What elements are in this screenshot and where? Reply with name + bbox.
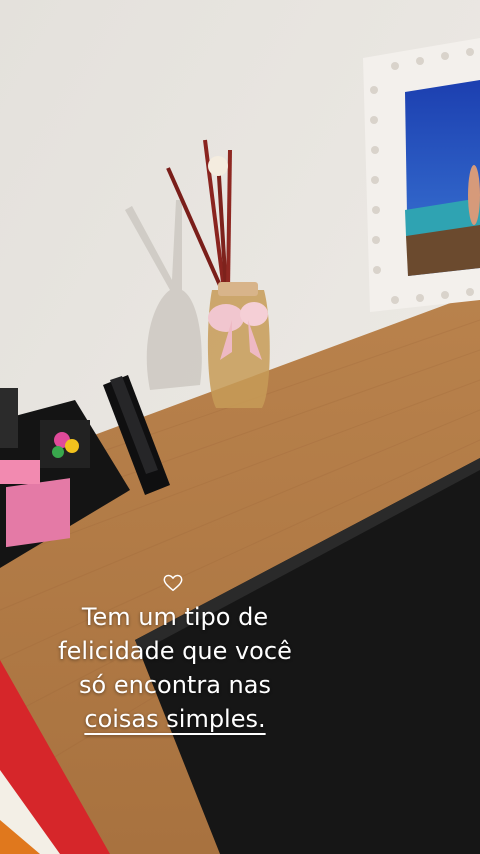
caption-line-4: coisas simples. xyxy=(84,705,266,733)
picture-frame xyxy=(363,38,480,312)
caption-line-3: só encontra nas xyxy=(79,671,271,699)
caption-line-2: felicidade que você xyxy=(58,637,292,665)
caption-line-1: Tem um tipo de xyxy=(81,603,269,631)
story-caption[interactable]: Tem um tipo de felicidade que você só en… xyxy=(0,600,350,736)
heart-outline-icon[interactable] xyxy=(162,572,184,594)
